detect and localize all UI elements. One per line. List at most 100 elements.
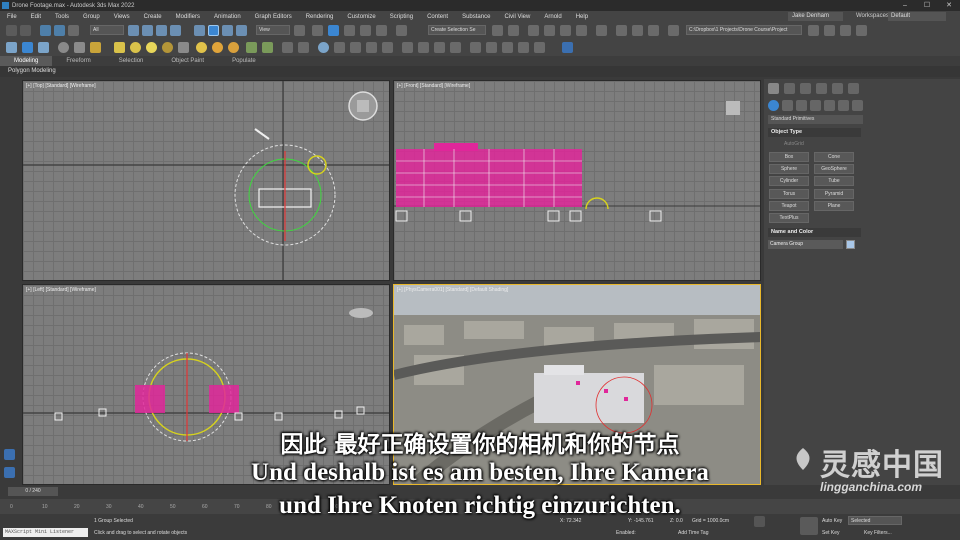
angle-snap-icon[interactable] [344, 25, 355, 36]
max-creation-graph-icon[interactable] [502, 42, 513, 53]
viewport-label[interactable]: [+] [Left] [Standard] [Wireframe] [26, 287, 96, 293]
material-editor-icon[interactable] [596, 25, 607, 36]
pyramid-button[interactable]: Pyramid [814, 189, 854, 199]
render-elements-icon[interactable] [350, 42, 361, 53]
rotate-icon[interactable] [208, 25, 219, 36]
bind-space-warp-icon[interactable] [68, 25, 79, 36]
cameras-icon[interactable] [810, 100, 821, 111]
select-by-name-icon[interactable] [142, 25, 153, 36]
sphere-button[interactable]: Sphere [769, 164, 809, 174]
redo-icon[interactable] [20, 25, 31, 36]
menu-group[interactable]: Group [76, 14, 107, 20]
add-time-tag-button[interactable]: Add Time Tag [678, 530, 708, 536]
menu-arnold[interactable]: Arnold [537, 14, 568, 20]
viewport-label[interactable]: [+] [Top] [Standard] [Wireframe] [26, 83, 96, 89]
menu-civil-view[interactable]: Civil View [497, 14, 537, 20]
menu-scripting[interactable]: Scripting [383, 14, 420, 20]
torus-primitive-icon[interactable] [162, 42, 173, 53]
scripting-icon[interactable] [518, 42, 529, 53]
scale-icon[interactable] [222, 25, 233, 36]
teapot-primitive-icon[interactable] [178, 42, 189, 53]
close-button[interactable]: ✕ [938, 0, 960, 11]
space-warps-icon[interactable] [838, 100, 849, 111]
user-account-dropdown[interactable]: Jake Denham [788, 12, 843, 21]
menu-views[interactable]: Views [107, 14, 137, 20]
arnold-light-icon[interactable] [418, 42, 429, 53]
menu-create[interactable]: Create [137, 14, 169, 20]
menu-rendering[interactable]: Rendering [299, 14, 341, 20]
render-production-icon[interactable] [648, 25, 659, 36]
pivot-center-icon[interactable] [294, 25, 305, 36]
link-icon[interactable] [40, 25, 51, 36]
hierarchy-tab-icon[interactable] [800, 83, 811, 94]
snaps-toggle-icon[interactable] [328, 25, 339, 36]
sphere-primitive-icon[interactable] [146, 42, 157, 53]
save-project-icon[interactable] [840, 25, 851, 36]
plant-icon[interactable] [246, 42, 257, 53]
key-filters-button[interactable]: Key Filters... [864, 530, 892, 536]
torus-button[interactable]: Torus [769, 189, 809, 199]
viewport-layout-icon[interactable] [4, 449, 15, 460]
schematic-view-icon[interactable] [576, 25, 587, 36]
project-path-field[interactable]: C:\Dropbox\1 Projects\Drone Course\Proje… [686, 25, 802, 35]
object-color-swatch[interactable] [846, 240, 855, 249]
place-icon[interactable] [236, 25, 247, 36]
tree-icon[interactable] [262, 42, 273, 53]
project-folder-icon[interactable] [808, 25, 819, 36]
helpers-icon[interactable] [824, 100, 835, 111]
scene-explorer-icon[interactable] [544, 25, 555, 36]
omni-light-icon[interactable] [212, 42, 223, 53]
effects-icon[interactable] [382, 42, 393, 53]
teapot-icon[interactable] [6, 42, 17, 53]
rendered-frame-window-icon[interactable] [632, 25, 643, 36]
viewport-top[interactable]: [+] [Top] [Standard] [Wireframe] [22, 80, 390, 281]
photo-icon[interactable] [38, 42, 49, 53]
project-options-icon[interactable] [856, 25, 867, 36]
set-key-button[interactable]: Set Key [822, 530, 840, 536]
unlink-icon[interactable] [54, 25, 65, 36]
tab-selection[interactable]: Selection [105, 56, 158, 66]
spinner-snap-icon[interactable] [376, 25, 387, 36]
tab-modeling[interactable]: Modeling [0, 56, 53, 66]
menu-customize[interactable]: Customize [340, 14, 382, 20]
textplus-button[interactable]: TextPlus [769, 213, 809, 223]
plane-button[interactable]: Plane [814, 201, 854, 211]
globe-icon[interactable] [318, 42, 329, 53]
auto-key-button[interactable]: Auto Key [822, 518, 842, 524]
skylight-icon[interactable] [228, 42, 239, 53]
menu-edit[interactable]: Edit [24, 14, 48, 20]
tab-freeform[interactable]: Freeform [52, 56, 104, 66]
shapes-icon[interactable] [782, 100, 793, 111]
viewport-layout-icon-2[interactable] [4, 467, 15, 478]
tab-populate[interactable]: Populate [218, 56, 270, 66]
menu-tools[interactable]: Tools [48, 14, 76, 20]
minimize-button[interactable]: – [894, 0, 916, 11]
menu-help[interactable]: Help [569, 14, 595, 20]
arnold-ipr-icon[interactable] [434, 42, 445, 53]
menu-modifiers[interactable]: Modifiers [169, 14, 207, 20]
autogrid-checkbox[interactable]: AutoGrid [784, 141, 804, 147]
menu-substance[interactable]: Substance [455, 14, 497, 20]
named-selection-sets-dropdown[interactable]: Create Selection Se [428, 25, 486, 35]
sun-icon[interactable] [196, 42, 207, 53]
arnold-render-icon[interactable] [402, 42, 413, 53]
modify-tab-icon[interactable] [784, 83, 795, 94]
selection-filter-dropdown[interactable]: All [90, 25, 124, 35]
window-crossing-icon[interactable] [170, 25, 181, 36]
material-icon[interactable] [90, 42, 101, 53]
polygon-modeling-label[interactable]: Polygon Modeling [8, 68, 56, 74]
geometry-icon[interactable] [768, 100, 779, 111]
helper-icon[interactable] [74, 42, 85, 53]
menu-graph-editors[interactable]: Graph Editors [248, 14, 299, 20]
object-name-field[interactable]: Camera Group [768, 240, 843, 249]
layer-explorer-icon[interactable] [528, 25, 539, 36]
primitive-type-dropdown[interactable]: Standard Primitives [768, 115, 863, 124]
cylinder-primitive-icon[interactable] [130, 42, 141, 53]
menu-content[interactable]: Content [420, 14, 455, 20]
workspaces-dropdown[interactable]: Default [888, 12, 946, 21]
civil-view-icon[interactable] [470, 42, 481, 53]
light-bulb-icon[interactable] [58, 42, 69, 53]
lights-icon[interactable] [796, 100, 807, 111]
undo-icon[interactable] [6, 25, 17, 36]
systems-icon[interactable] [852, 100, 863, 111]
